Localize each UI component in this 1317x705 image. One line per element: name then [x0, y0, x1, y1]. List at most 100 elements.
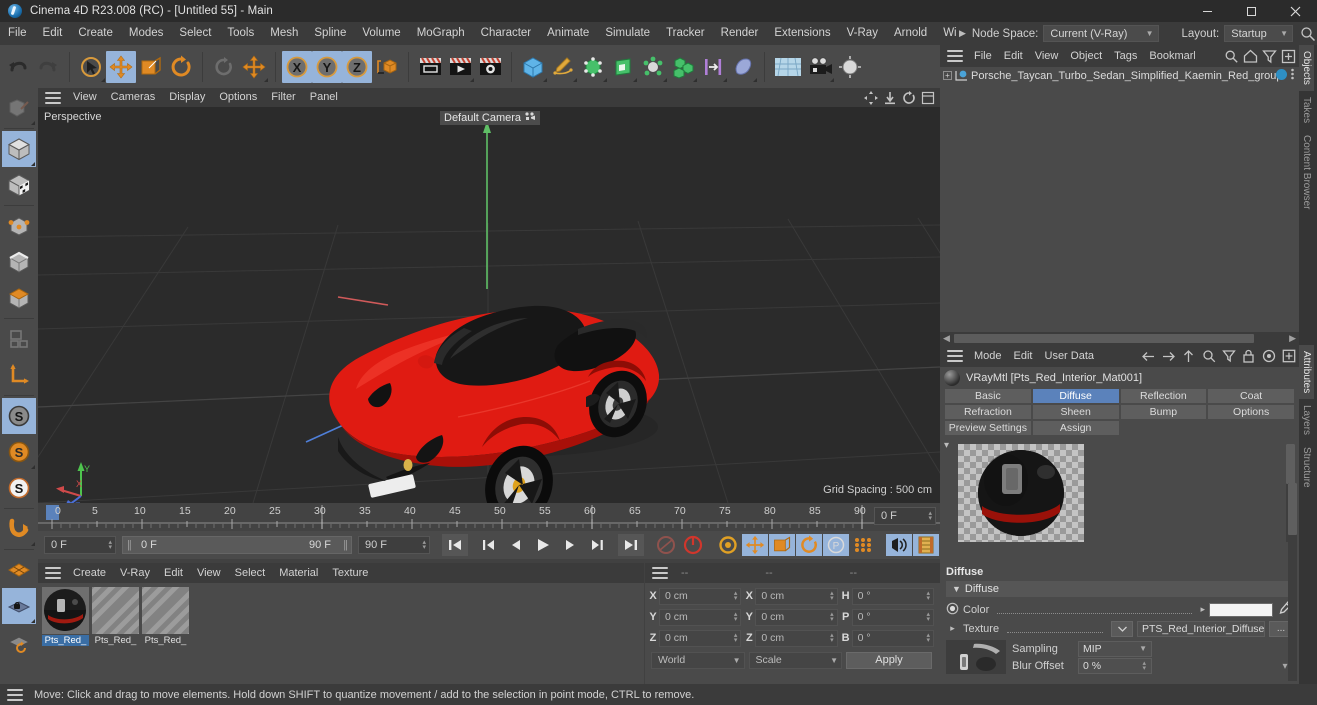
lock-workplane-button[interactable] — [2, 588, 36, 624]
model-mode-button[interactable] — [2, 131, 36, 167]
target-icon[interactable] — [1260, 348, 1277, 365]
range-grip-right-icon[interactable]: || — [343, 539, 348, 551]
size-x-field[interactable]: 0 cm ▴ ▾ — [755, 587, 838, 605]
tab-sheen[interactable]: Sheen — [1031, 404, 1120, 420]
menu-animate[interactable]: Animate — [539, 22, 597, 45]
search-icon[interactable] — [1299, 25, 1317, 43]
viewport-3d[interactable]: Y X Z Perspective Default Camera Grid Sp… — [38, 107, 940, 503]
lock-icon[interactable] — [1240, 348, 1257, 365]
forward-arrow-icon[interactable] — [1160, 348, 1177, 365]
redo-button[interactable] — [33, 51, 63, 83]
range-grip-left-icon[interactable]: || — [127, 539, 132, 551]
edges-mode-button[interactable] — [2, 244, 36, 280]
tab-takes[interactable]: Takes — [1299, 91, 1314, 129]
object-menu-file[interactable]: File — [968, 45, 998, 67]
last-used-tool[interactable] — [209, 51, 239, 83]
attribute-menu-mode[interactable]: Mode — [968, 345, 1008, 367]
tab-basic[interactable]: Basic — [944, 388, 1032, 404]
filter-funnel-icon[interactable] — [1220, 348, 1237, 365]
tab-preview-settings[interactable]: Preview Settings — [944, 420, 1032, 436]
add-panel-icon[interactable] — [1280, 48, 1297, 65]
material-preview-image[interactable] — [958, 444, 1084, 542]
apply-button[interactable]: Apply — [846, 651, 932, 669]
spinner-icon[interactable]: ▴ ▾ — [830, 590, 835, 602]
play-button[interactable] — [530, 534, 556, 556]
tab-objects[interactable]: Objects — [1299, 45, 1314, 91]
step-back-button[interactable] — [503, 534, 529, 556]
expand-toggle-icon[interactable]: + — [943, 71, 952, 80]
object-row[interactable]: + Porsche_Taycan_Turbo_Sedan_Simplified_… — [940, 67, 1299, 84]
back-arrow-icon[interactable] — [1140, 348, 1157, 365]
scene-objects-button[interactable] — [638, 51, 668, 83]
home-icon[interactable] — [1242, 48, 1259, 65]
menu-simulate[interactable]: Simulate — [597, 22, 658, 45]
spinner-icon[interactable]: ▴ ▾ — [734, 611, 739, 623]
attribute-menu-edit[interactable]: Edit — [1008, 345, 1039, 367]
add-cube-button[interactable] — [518, 51, 548, 83]
rotate-tool[interactable] — [166, 51, 196, 83]
spinner-icon[interactable]: ▴ ▾ — [830, 632, 835, 644]
filter-funnel-icon[interactable] — [1261, 48, 1278, 65]
rotation-b-field[interactable]: 0 ° ▴ ▾ — [851, 629, 934, 647]
position-z-field[interactable]: 0 cm ▴ ▾ — [659, 629, 742, 647]
spinner-icon[interactable]: ▴ ▾ — [926, 590, 931, 602]
maximize-button[interactable] — [1229, 0, 1273, 22]
scene-environment-button[interactable] — [771, 51, 805, 83]
menu-arnold[interactable]: Arnold — [886, 22, 935, 45]
tab-refraction[interactable]: Refraction — [944, 404, 1032, 420]
material-menu-create[interactable]: Create — [66, 563, 113, 583]
add-panel-icon[interactable] — [1280, 348, 1297, 365]
tab-coat[interactable]: Coat — [1207, 388, 1295, 404]
light-button[interactable] — [835, 51, 865, 83]
object-manager-hscrollbar[interactable]: ◀ ▶ — [940, 332, 1299, 345]
viewport-menu-view[interactable]: View — [66, 88, 104, 107]
sound-button[interactable] — [886, 534, 912, 556]
object-tree[interactable]: + Porsche_Taycan_Turbo_Sedan_Simplified_… — [940, 67, 1299, 322]
tab-options[interactable]: Options — [1207, 404, 1295, 420]
sampling-select[interactable]: MIP ▼ — [1078, 640, 1152, 657]
texture-dropdown-button[interactable] — [1111, 620, 1133, 637]
world-object-coordinates[interactable] — [372, 51, 402, 83]
menu-file[interactable]: File — [0, 22, 35, 45]
material-menu-edit[interactable]: Edit — [157, 563, 190, 583]
menu-mograph[interactable]: MoGraph — [409, 22, 473, 45]
diffuse-group-header[interactable]: ▼ Diffuse — [946, 581, 1293, 597]
node-space-select[interactable]: Current (V-Ray) ▼ — [1043, 25, 1159, 42]
viewport-menu-options[interactable]: Options — [212, 88, 264, 107]
material-menu-material[interactable]: Material — [272, 563, 325, 583]
record-active-objects-button[interactable] — [653, 534, 679, 556]
snap-settings-button[interactable]: S — [2, 434, 36, 470]
workplane-mode-button[interactable] — [2, 321, 36, 357]
menu-create[interactable]: Create — [70, 22, 121, 45]
tab-bump[interactable]: Bump — [1119, 404, 1208, 420]
material-menu-texture[interactable]: Texture — [325, 563, 375, 583]
tab-attributes[interactable]: Attributes — [1299, 345, 1314, 400]
viewport-menu-filter[interactable]: Filter — [264, 88, 302, 107]
make-editable-button[interactable] — [2, 90, 36, 126]
menu-extensions[interactable]: Extensions — [766, 22, 838, 45]
pan-view-icon[interactable] — [863, 90, 879, 106]
add-spline-button[interactable] — [548, 51, 578, 83]
param-key-button[interactable]: P — [823, 534, 849, 556]
hamburger-menu-icon[interactable] — [45, 567, 61, 579]
object-menu-view[interactable]: View — [1029, 45, 1065, 67]
timeline-toggle-button[interactable] — [913, 534, 939, 556]
camera-button[interactable] — [805, 51, 835, 83]
rotation-h-field[interactable]: 0 ° ▴ ▾ — [851, 587, 934, 605]
y-axis-lock[interactable]: Y — [312, 50, 342, 83]
keyframe-selection-button[interactable] — [715, 534, 741, 556]
scale-key-button[interactable] — [769, 534, 795, 556]
material-menu-select[interactable]: Select — [228, 563, 273, 583]
menu-tools[interactable]: Tools — [219, 22, 262, 45]
dynamic-place-tool[interactable] — [239, 51, 269, 83]
current-frame-field[interactable]: 0 F ▴ ▾ — [44, 536, 116, 554]
polygons-mode-button[interactable] — [2, 280, 36, 316]
material-item[interactable]: Pts_Red_ — [42, 587, 89, 684]
rotation-p-field[interactable]: 0 ° ▴ ▾ — [851, 608, 934, 626]
material-tag-icon[interactable] — [1276, 68, 1287, 80]
menu-tracker[interactable]: Tracker — [658, 22, 713, 45]
rotate-view-icon[interactable] — [901, 90, 917, 106]
live-selection-tool[interactable] — [76, 51, 106, 83]
quantize-button[interactable]: S — [2, 470, 36, 506]
menu-volume[interactable]: Volume — [354, 22, 408, 45]
